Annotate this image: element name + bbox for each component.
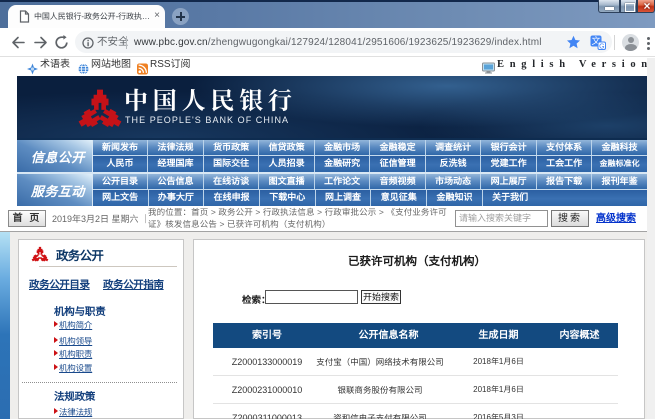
svg-text:G: G — [599, 43, 604, 50]
